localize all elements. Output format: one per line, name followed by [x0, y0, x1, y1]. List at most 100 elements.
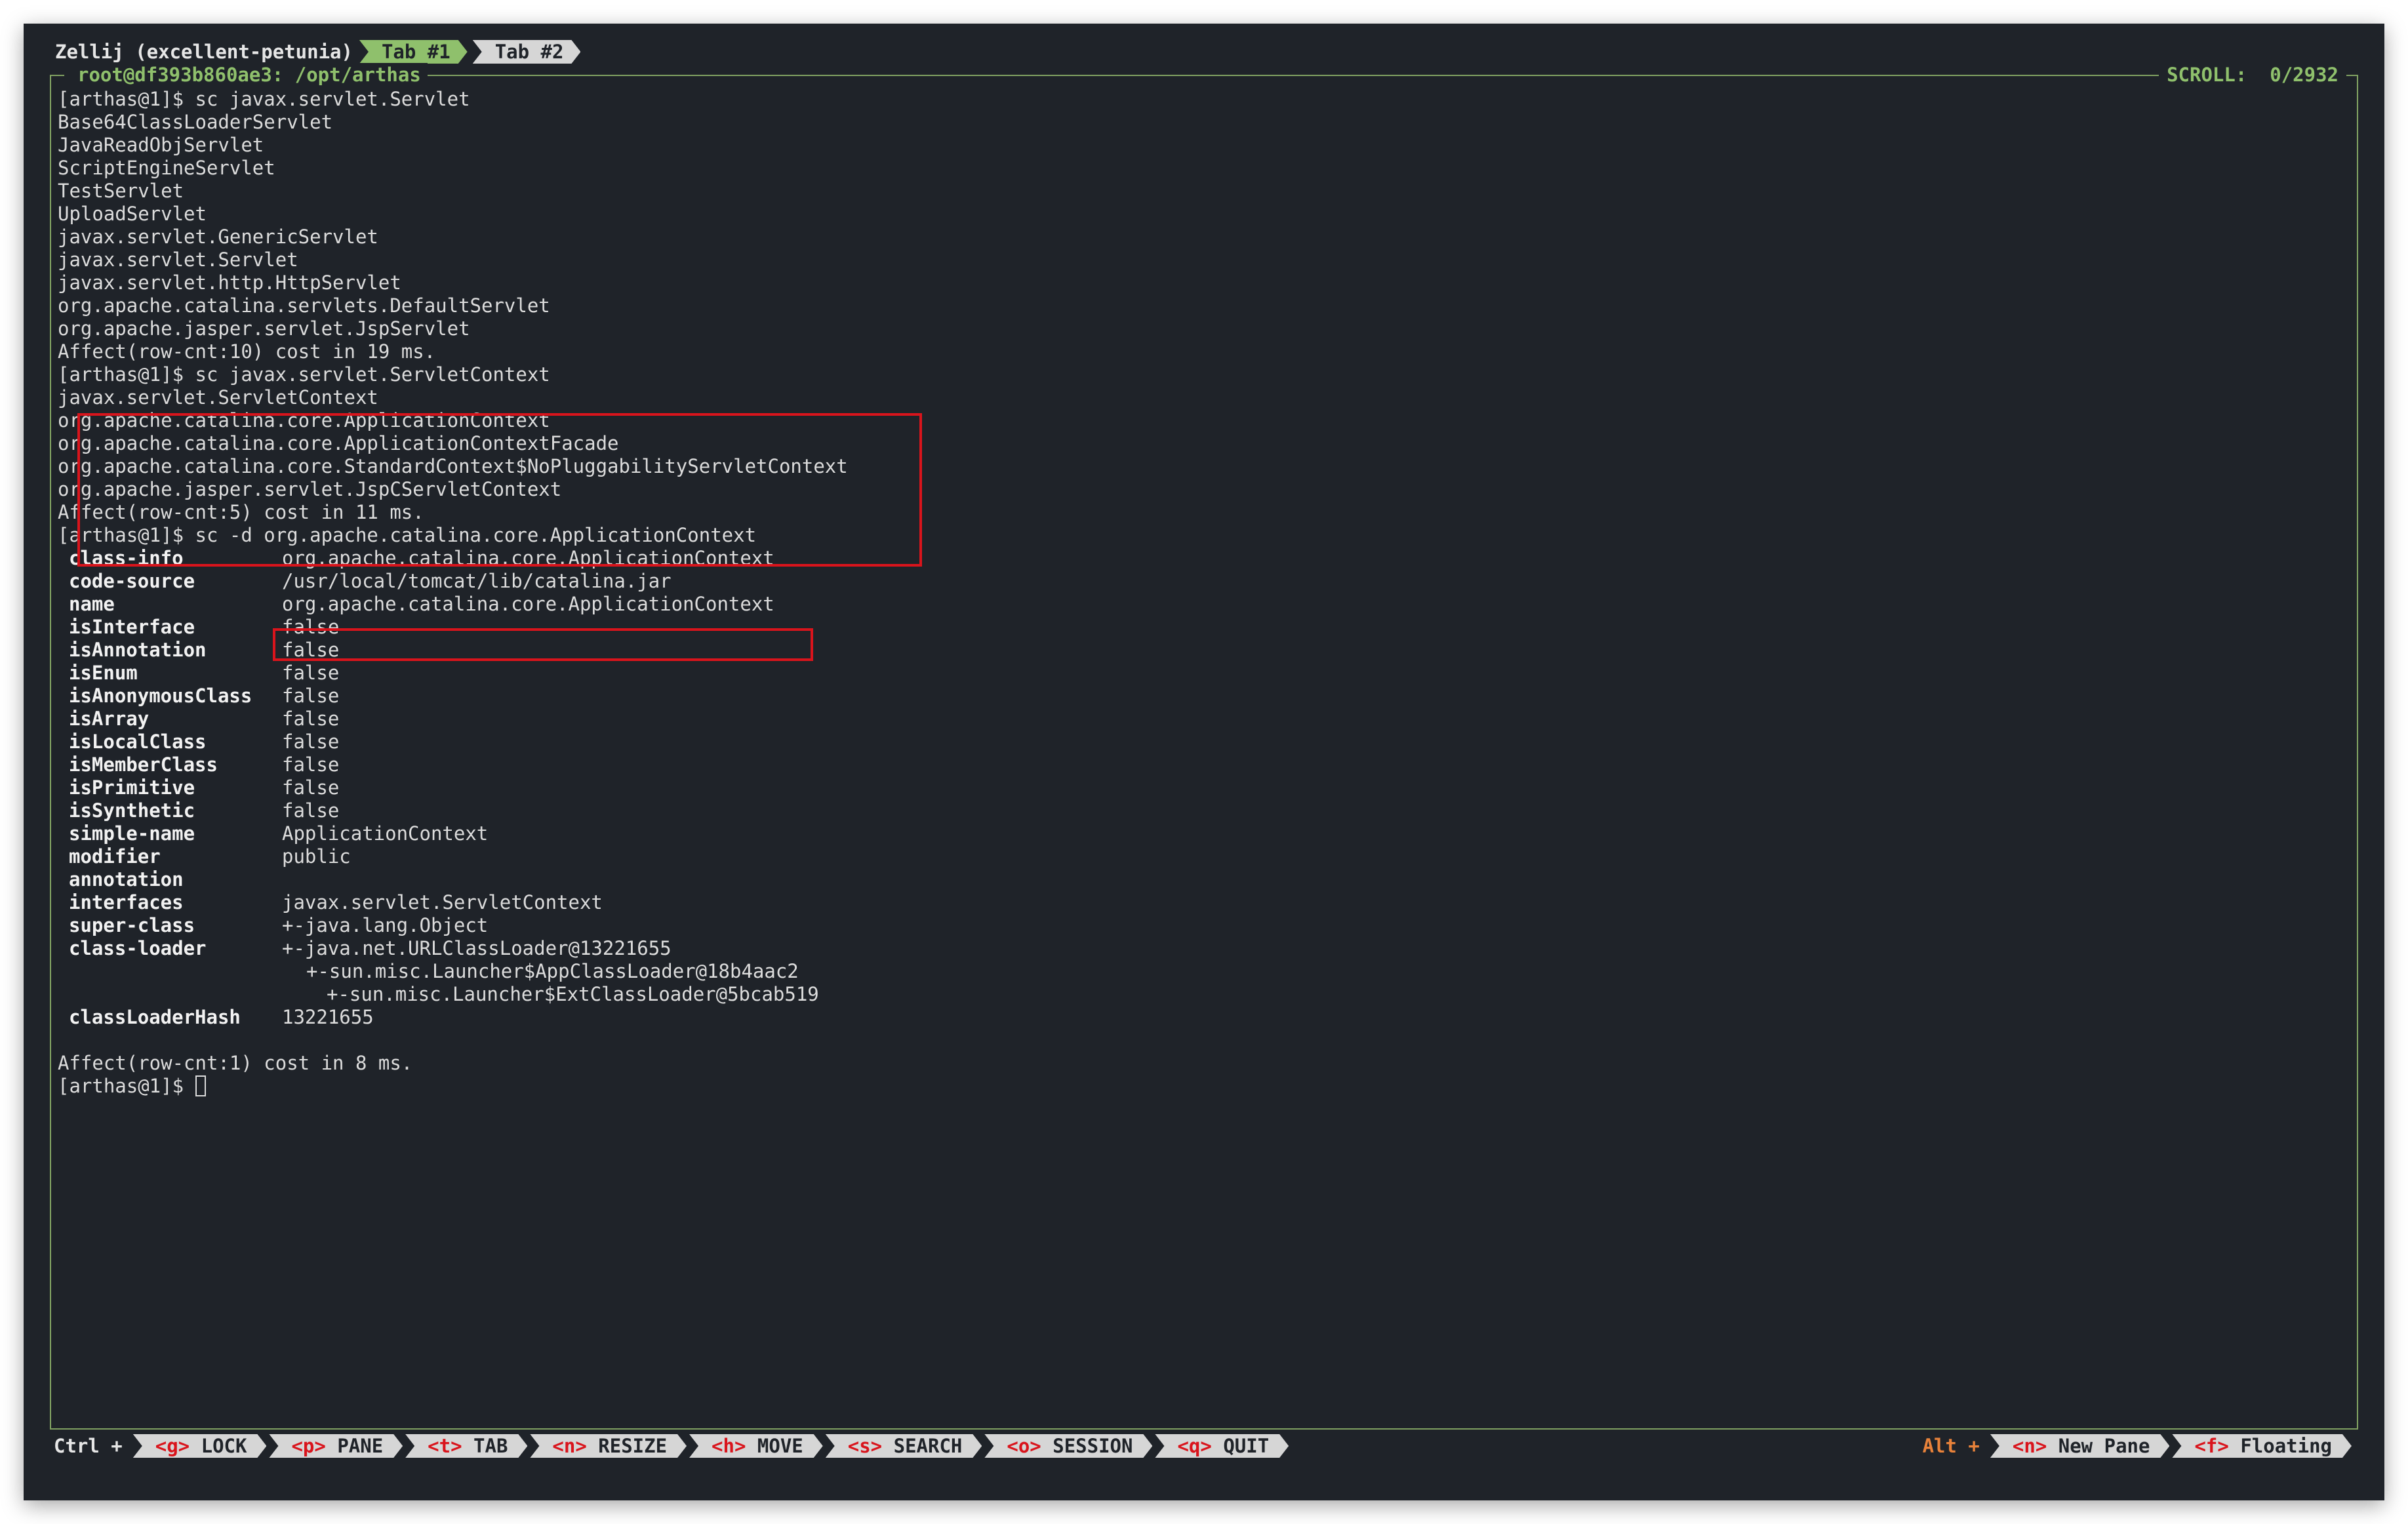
detail-value: 13221655: [282, 1006, 374, 1028]
terminal-line: Affect(row-cnt:10) cost in 19 ms.: [58, 340, 436, 363]
result-summary: Affect(row-cnt:1) cost in 8 ms.: [58, 1052, 413, 1074]
terminal-line: TestServlet: [58, 180, 184, 202]
status-bar: Ctrl + <g> LOCK <p> PANE <t> TAB <n> RES…: [54, 1434, 2354, 1458]
detail-key: class-loader: [69, 937, 207, 959]
detail-row: isAnonymousClass false: [58, 685, 2350, 708]
detail-row: +-sun.misc.Launcher$ExtClassLoader@5bcab…: [58, 983, 2350, 1006]
detail-value: false: [282, 685, 340, 707]
detail-key: isSynthetic: [69, 799, 195, 822]
detail-row: classLoaderHash 13221655: [58, 1006, 2350, 1029]
detail-key: isMemberClass: [69, 753, 218, 776]
scroll-value: 0/2932: [2270, 64, 2338, 86]
detail-key: code-source: [69, 570, 195, 592]
detail-row: isMemberClass false: [58, 753, 2350, 776]
mode-label: QUIT: [1223, 1435, 1270, 1457]
mode-label: TAB: [473, 1435, 508, 1457]
scroll-label: SCROLL:: [2167, 64, 2247, 86]
detail-value: false: [282, 776, 340, 799]
terminal-line: Base64ClassLoaderServlet: [58, 111, 333, 133]
hotkey: <q>: [1177, 1435, 1212, 1457]
mode-label: SEARCH: [893, 1435, 963, 1457]
detail-value: false: [282, 799, 340, 822]
terminal-line: org.apache.jasper.servlet.JspServlet: [58, 317, 470, 340]
detail-key: [58, 983, 282, 1006]
detail-value: org.apache.catalina.core.ApplicationCont…: [282, 593, 774, 615]
tab-1[interactable]: Tab #1: [359, 40, 468, 64]
tab-2[interactable]: Tab #2: [473, 40, 581, 64]
detail-row: isLocalClass false: [58, 731, 2350, 753]
detail-value: false: [282, 662, 340, 684]
prompt-line[interactable]: [arthas@1]$: [58, 1075, 2350, 1098]
detail-key: name: [69, 593, 115, 615]
detail-row: name org.apache.catalina.core.Application…: [58, 593, 2350, 616]
terminal-line: javax.servlet.Servlet: [58, 249, 298, 271]
detail-key: isPrimitive: [69, 776, 195, 799]
hotkey: <n>: [2012, 1435, 2047, 1457]
detail-value: ApplicationContext: [282, 822, 489, 845]
detail-value: false: [282, 731, 340, 753]
terminal-window: Zellij (excellent-petunia) Tab #1 Tab #2…: [24, 24, 2384, 1500]
terminal-line: javax.servlet.ServletContext: [58, 386, 378, 409]
detail-row: modifier public: [58, 845, 2350, 868]
detail-key: isLocalClass: [69, 731, 207, 753]
detail-key: isAnonymousClass: [69, 685, 252, 707]
detail-key: isAnnotation: [69, 639, 207, 661]
terminal-line: JavaReadObjServlet: [58, 134, 264, 156]
hotkey: <g>: [155, 1435, 190, 1457]
mode-search[interactable]: <s> SEARCH: [826, 1434, 982, 1458]
tab-bar: Zellij (excellent-petunia) Tab #1 Tab #2: [55, 39, 586, 64]
detail-row: code-source/usr/local/tomcat/lib/catalin…: [58, 570, 2350, 593]
terminal-pane[interactable]: root@df393b860ae3: /opt/arthas SCROLL: 0…: [50, 63, 2358, 1430]
mode-pane[interactable]: <p> PANE: [269, 1434, 403, 1458]
mode-label: MOVE: [757, 1435, 803, 1457]
detail-row: super-class +-java.lang.Object: [58, 914, 2350, 937]
detail-key: interfaces: [69, 891, 184, 913]
terminal-line: ScriptEngineServlet: [58, 157, 275, 179]
detail-row: +-sun.misc.Launcher$AppClassLoader@18b4a…: [58, 960, 2350, 983]
detail-key: simple-name: [69, 822, 195, 845]
terminal-line: javax.servlet.GenericServlet: [58, 226, 378, 248]
mode-quit[interactable]: <q> QUIT: [1155, 1434, 1289, 1458]
detail-row: isPrimitive false: [58, 776, 2350, 799]
detail-row: simple-name ApplicationContext: [58, 822, 2350, 845]
highlight-code-source: [273, 628, 813, 661]
detail-key: isArray: [69, 708, 150, 730]
detail-value: +-java.net.URLClassLoader@13221655: [282, 937, 672, 959]
session-title: Zellij (excellent-petunia): [55, 41, 353, 63]
hotkey: <t>: [428, 1435, 462, 1457]
detail-value: public: [282, 845, 351, 868]
mode-resize[interactable]: <n> RESIZE: [530, 1434, 687, 1458]
detail-value: +-java.lang.Object: [282, 914, 489, 936]
shortcut-label: Floating: [2240, 1435, 2332, 1457]
detail-value: false: [282, 708, 340, 730]
shortcut-label: New Pane: [2058, 1435, 2150, 1457]
hotkey: <f>: [2194, 1435, 2229, 1457]
shortcut-floating[interactable]: <f> Floating: [2172, 1434, 2352, 1458]
detail-key: modifier: [69, 845, 161, 868]
mode-tab[interactable]: <t> TAB: [405, 1434, 527, 1458]
terminal-output: [arthas@1]$ sc javax.servlet.Servlet Bas…: [58, 88, 2350, 1098]
detail-key: [58, 960, 282, 983]
hotkey: <s>: [847, 1435, 883, 1457]
shortcut-new-pane[interactable]: <n> New Pane: [1990, 1434, 2170, 1458]
ctrl-modifier-label: Ctrl +: [54, 1435, 123, 1457]
mode-move[interactable]: <h> MOVE: [689, 1434, 823, 1458]
detail-key: isInterface: [69, 616, 195, 638]
alt-modifier-label: Alt +: [1922, 1435, 1980, 1457]
detail-key: classLoaderHash: [69, 1006, 241, 1028]
detail-value: javax.servlet.ServletContext: [282, 891, 603, 913]
terminal-line: [arthas@1]$ sc javax.servlet.ServletCont…: [58, 363, 550, 386]
pane-title: root@df393b860ae3: /opt/arthas: [64, 63, 428, 87]
terminal-line: [arthas@1]$ sc javax.servlet.Servlet: [58, 88, 470, 110]
detail-key: super-class: [69, 914, 195, 936]
detail-row: annotation: [58, 868, 2350, 891]
detail-key: annotation: [69, 868, 184, 891]
scroll-indicator: SCROLL: 0/2932: [2159, 63, 2346, 87]
mode-lock[interactable]: <g> LOCK: [133, 1434, 267, 1458]
mode-session[interactable]: <o> SESSION: [984, 1434, 1152, 1458]
terminal-line: javax.servlet.http.HttpServlet: [58, 271, 401, 294]
terminal-line: org.apache.catalina.servlets.DefaultServ…: [58, 294, 550, 317]
detail-value: false: [282, 753, 340, 776]
detail-row: isArray false: [58, 708, 2350, 731]
